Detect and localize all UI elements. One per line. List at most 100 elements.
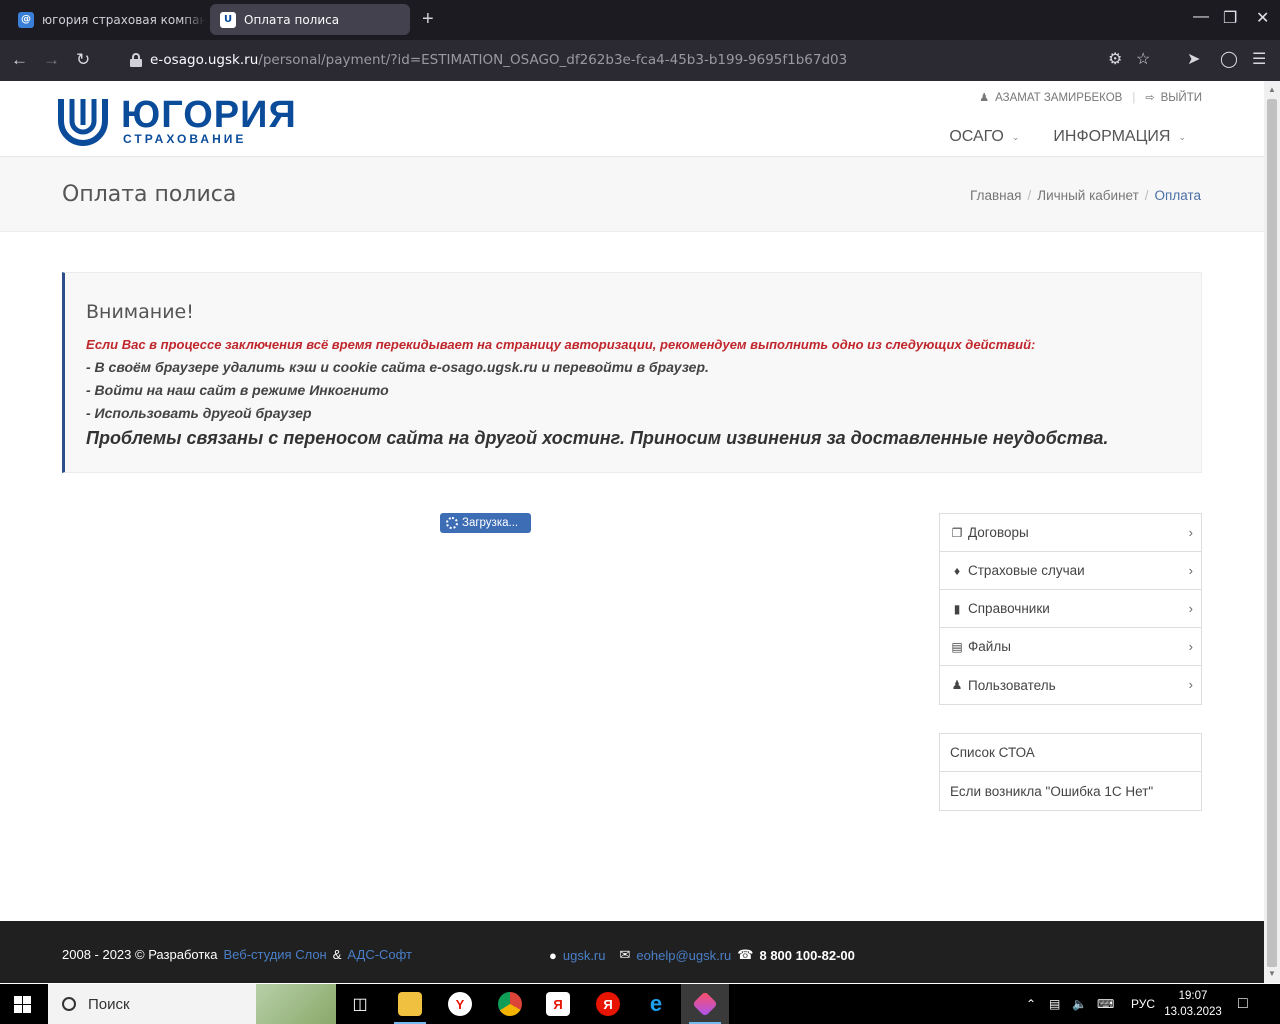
user-icon: ♟ <box>979 92 990 104</box>
footer-copyright: 2008 - 2023 © Разработка Веб-студия Слон… <box>62 947 412 962</box>
loading-label: Загрузка... <box>462 517 519 529</box>
restore-icon[interactable]: ❐ <box>1223 8 1237 28</box>
menu-icon[interactable]: ☰ <box>1252 51 1266 69</box>
forward-arrow-icon[interactable]: → <box>43 50 60 70</box>
ugsk-icon: U <box>220 11 236 28</box>
footer-link-dev2[interactable]: АДС-Софт <box>347 947 412 962</box>
alert-line: - В своём браузере удалить кэш и cookie … <box>86 359 709 375</box>
clock-time: 19:07 <box>1178 990 1208 1002</box>
breadcrumb-cabinet[interactable]: Личный кабинет <box>1037 188 1139 203</box>
lock-icon <box>130 53 142 67</box>
spinner-icon <box>446 517 458 529</box>
taskbar-search[interactable]: Поиск <box>48 984 336 1024</box>
file-explorer-icon[interactable] <box>386 984 434 1024</box>
logout-link[interactable]: ВЫЙТИ <box>1161 92 1202 104</box>
alert-red-text: Если Вас в процессе заключения всё время… <box>86 337 1036 352</box>
minimize-icon[interactable]: — <box>1193 8 1209 26</box>
nav-osago[interactable]: ОСАГО ⌄ <box>949 128 1019 146</box>
nav-information[interactable]: ИНФОРМАЦИЯ ⌄ <box>1053 128 1186 146</box>
chevron-right-icon: › <box>1188 563 1193 578</box>
footer-phone: 8 800 100-82-00 <box>759 947 855 963</box>
sidemenu-item-files[interactable]: ▤ Файлы › <box>940 628 1201 666</box>
site-logo[interactable]: ЮГОРИЯ СТРАХОВАНИЕ <box>57 95 297 147</box>
scroll-thumb[interactable] <box>1267 99 1277 967</box>
sidemenu-label: Справочники <box>968 601 1050 616</box>
windows-taskbar: Поиск ◫ Y Я Я e ⌃ ▤ 🔈 ⌨ РУС 19:07 13.03.… <box>0 984 1280 1024</box>
sidemenu-label: Договоры <box>968 525 1029 540</box>
footer-email-link[interactable]: eohelp@ugsk.ru <box>636 948 731 963</box>
yandex-browser-icon[interactable]: Y <box>436 984 484 1024</box>
logo-subtext: СТРАХОВАНИЕ <box>123 132 247 146</box>
web-page: ЮГОРИЯ СТРАХОВАНИЕ ♟ АЗАМАТ ЗАМИРБЕКОВ |… <box>0 81 1264 983</box>
sidemenu-label: Страховые случаи <box>968 563 1085 578</box>
search-placeholder: Поиск <box>88 995 130 1013</box>
sidemenu-item-references[interactable]: ▮ Справочники › <box>940 590 1201 628</box>
browser-tab-active[interactable]: U Оплата полиса <box>210 4 410 35</box>
alert-big-text: Проблемы связаны с переносом сайта на др… <box>86 428 1109 448</box>
user-line: ♟ АЗАМАТ ЗАМИРБЕКОВ | ⇨ ВЫЙТИ <box>979 91 1202 105</box>
task-view-icon[interactable]: ◫ <box>336 984 384 1024</box>
new-tab-button[interactable]: + <box>422 8 434 30</box>
reload-icon[interactable]: ↻ <box>76 50 90 70</box>
sidemenu-item-claims[interactable]: ♦ Страховые случаи › <box>940 552 1201 590</box>
firefox-icon[interactable] <box>681 984 729 1024</box>
breadcrumb: Главная / Личный кабинет / Оплата <box>970 188 1201 203</box>
main-nav: ОСАГО ⌄ ИНФОРМАЦИЯ ⌄ <box>949 128 1186 146</box>
chrome-icon[interactable] <box>486 984 534 1024</box>
chevron-right-icon: › <box>1188 525 1193 540</box>
network-icon[interactable]: ▤ <box>1049 984 1060 1024</box>
breadcrumb-home[interactable]: Главная <box>970 188 1021 203</box>
sidemenu-item-user[interactable]: ♟ Пользователь › <box>940 666 1201 704</box>
user-icon: ♟ <box>951 678 963 692</box>
bell-icon: ♦ <box>953 563 961 578</box>
scroll-up-icon[interactable]: ▲ <box>1268 85 1276 94</box>
nav-label: ИНФОРМАЦИЯ <box>1053 128 1171 145</box>
keyboard-icon[interactable]: ⌨ <box>1097 984 1114 1024</box>
sidelink-stoa-list[interactable]: Список СТОА <box>940 734 1201 772</box>
chevron-right-icon: › <box>1188 639 1193 654</box>
sidelink-1c-error[interactable]: Если возникла "Ошибка 1С Нет" <box>940 772 1201 810</box>
translate-icon[interactable]: ⚙ <box>1108 51 1122 69</box>
notifications-icon[interactable]: □ <box>1238 984 1248 1024</box>
site-header: ЮГОРИЯ СТРАХОВАНИЕ ♟ АЗАМАТ ЗАМИРБЕКОВ |… <box>0 81 1264 157</box>
phone-icon: ☎ <box>737 947 754 962</box>
copy-icon: ❐ <box>951 525 963 540</box>
scroll-down-icon[interactable]: ▼ <box>1268 969 1276 978</box>
folder-open-icon: ▮ <box>953 601 961 616</box>
warning-alert: Внимание! Если Вас в процессе заключения… <box>62 272 1202 473</box>
browser-tab[interactable]: @ югория страховая компания <box>8 4 206 35</box>
language-indicator[interactable]: РУС <box>1131 984 1155 1024</box>
rocket-icon[interactable]: ➤ <box>1187 51 1200 69</box>
volume-icon[interactable]: 🔈 <box>1072 984 1087 1024</box>
yandex-red-icon[interactable]: Я <box>584 984 632 1024</box>
internet-explorer-icon[interactable]: e <box>632 984 680 1024</box>
page-scrollbar[interactable]: ▲ ▼ <box>1264 81 1280 983</box>
shield-icon[interactable]: ◯ <box>1220 51 1238 69</box>
clock-date: 13.03.2023 <box>1164 1006 1222 1018</box>
envelope-icon: ✉ <box>619 947 631 962</box>
search-icon <box>62 997 76 1011</box>
windows-start-icon[interactable] <box>14 996 31 1013</box>
star-icon[interactable]: ☆ <box>1136 51 1150 69</box>
side-links: Список СТОА Если возникла "Ошибка 1С Нет… <box>939 733 1202 811</box>
user-name-link[interactable]: АЗАМАТ ЗАМИРБЕКОВ <box>995 92 1122 104</box>
breadcrumb-current: Оплата <box>1154 188 1201 203</box>
ugsk-logo-icon <box>58 99 108 146</box>
yandex-icon[interactable]: Я <box>534 984 582 1024</box>
logo-text: ЮГОРИЯ <box>121 94 297 136</box>
footer-link-dev1[interactable]: Веб-студия Слон <box>224 947 327 962</box>
taskbar-clock[interactable]: 19:07 13.03.2023 <box>1162 988 1224 1020</box>
sidemenu-label: Файлы <box>968 639 1011 654</box>
address-bar[interactable]: e-osago.ugsk.ru/personal/payment/?id=EST… <box>120 44 1160 76</box>
sidemenu-item-contracts[interactable]: ❐ Договоры › <box>940 514 1201 552</box>
tray-chevron-icon[interactable]: ⌃ <box>1026 984 1036 1024</box>
logout-icon: ⇨ <box>1145 92 1155 104</box>
nav-label: ОСАГО <box>949 128 1004 145</box>
footer-site-link[interactable]: ugsk.ru <box>563 948 606 963</box>
sidemenu-label: Пользователь <box>968 677 1056 693</box>
chevron-right-icon: › <box>1188 677 1193 692</box>
chevron-right-icon: › <box>1188 601 1193 616</box>
back-arrow-icon[interactable]: ← <box>11 50 28 70</box>
globe-icon: ● <box>549 947 557 963</box>
close-icon[interactable]: ✕ <box>1256 8 1269 28</box>
